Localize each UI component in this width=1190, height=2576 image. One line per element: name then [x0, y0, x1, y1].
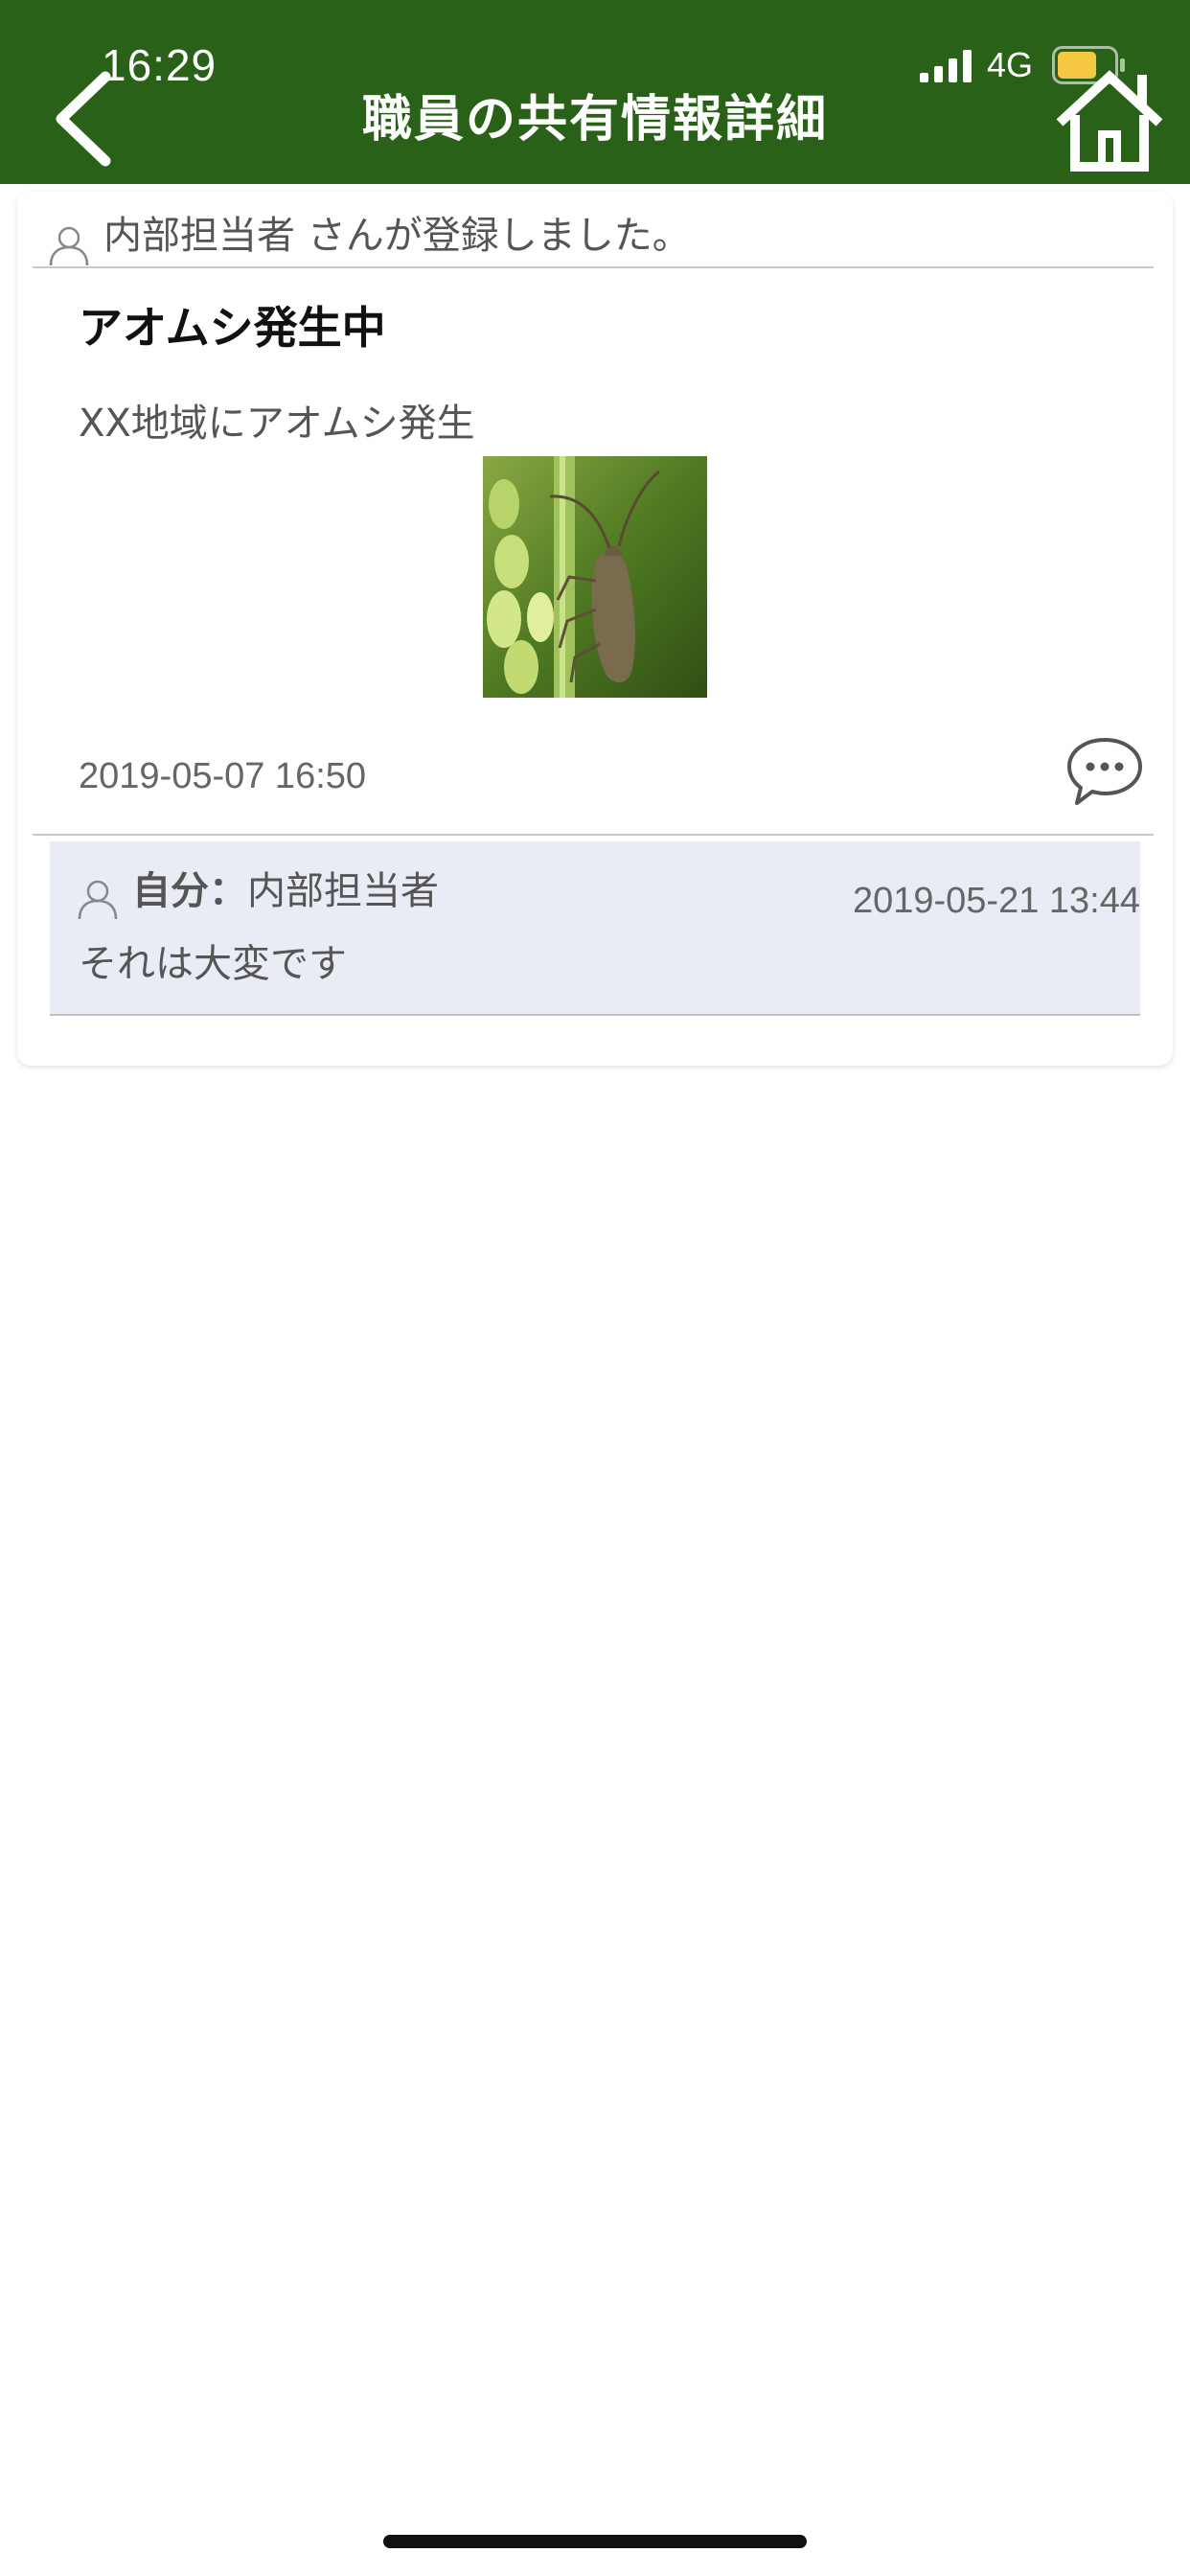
post-date: 2019-05-07 16:50 [79, 756, 367, 796]
divider [33, 834, 1154, 836]
page-title: 職員の共有情報詳細 [361, 91, 828, 149]
insect-photo [483, 456, 707, 698]
comment-date: 2019-05-21 13:44 [852, 881, 1140, 921]
registrant-row: 内部担当者 さんが登録しました。 [33, 211, 1154, 268]
chevron-left-icon [56, 71, 111, 167]
comment-author-name: 内部担当者 [247, 869, 439, 913]
shared-info-card: 内部担当者 さんが登録しました。 アオムシ発生中 XX地域にアオムシ発生 201… [17, 192, 1173, 1066]
home-indicator[interactable] [383, 2535, 807, 2548]
comment-author: 自分：内部担当者 [132, 864, 439, 918]
comment-text: それは大変です [79, 942, 347, 986]
signal-bars-icon [920, 50, 972, 82]
back-button[interactable] [42, 63, 128, 174]
comment-button[interactable] [1065, 736, 1144, 807]
post-body: XX地域にアオムシ発生 [79, 402, 475, 446]
comment-author-label: 自分： [132, 869, 247, 913]
network-type: 4G [987, 45, 1034, 84]
post-image[interactable] [483, 456, 707, 698]
speech-bubble-icon [1067, 738, 1142, 805]
app-header: 16:29 4G 職員の共有情報詳細 [0, 0, 1190, 184]
user-icon [49, 226, 89, 266]
home-icon [1056, 70, 1163, 172]
post-title: アオムシ発生中 [79, 302, 386, 354]
user-icon [78, 880, 118, 920]
home-button[interactable] [1052, 67, 1167, 174]
registrant-text: 内部担当者 さんが登録しました。 [103, 214, 691, 258]
comment-item: 自分：内部担当者 2019-05-21 13:44 それは大変です [50, 841, 1140, 1016]
